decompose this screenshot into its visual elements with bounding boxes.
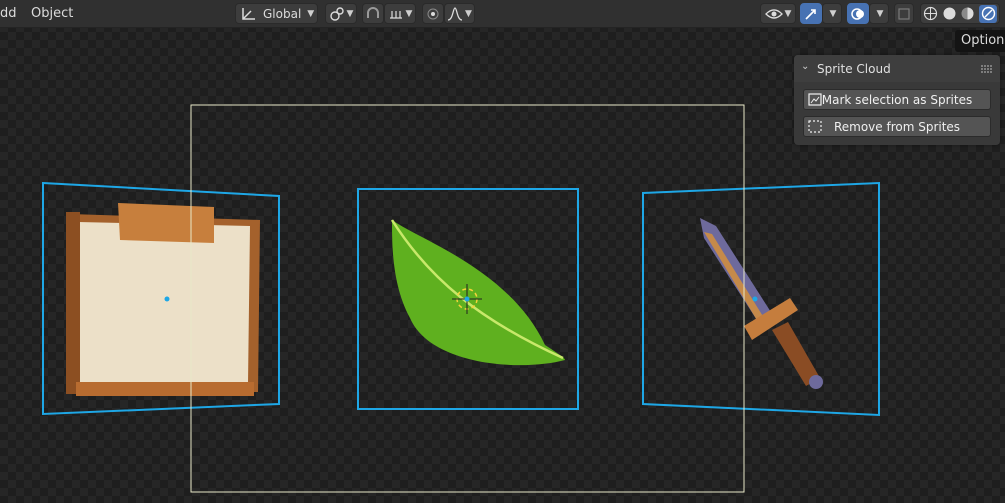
transform-orientation-dropdown[interactable]: Global ▼ — [235, 3, 318, 24]
chevron-down-icon: ▼ — [307, 8, 315, 19]
remove-from-sprites-button[interactable]: Remove from Sprites — [803, 116, 991, 137]
object-visibility-dropdown[interactable]: ▼ — [760, 3, 796, 24]
chevron-down-icon: ▼ — [346, 8, 354, 19]
snap-increment-icon — [389, 10, 402, 19]
gizmo-icon — [805, 8, 816, 20]
chevron-down-icon[interactable]: ⌄ — [801, 61, 809, 72]
leaf-body — [392, 220, 565, 366]
drag-handle-icon[interactable] — [980, 65, 994, 73]
snap-toggle[interactable] — [362, 3, 384, 24]
rendered-shading-icon — [981, 6, 995, 21]
panel-title: Sprite Cloud — [817, 62, 891, 76]
note-board-left-edge — [66, 212, 80, 394]
chevron-down-icon: ▼ — [465, 8, 472, 19]
remove-from-sprites-label: Remove from Sprites — [833, 119, 961, 134]
xray-toggle[interactable] — [894, 3, 914, 24]
note-board-bottom-edge — [76, 382, 254, 396]
proportional-editing-icon — [427, 8, 439, 19]
snap-target-dropdown[interactable]: ▼ — [384, 3, 416, 24]
chevron-down-icon: ▼ — [829, 8, 837, 19]
gizmo-toggle[interactable] — [800, 3, 822, 24]
add-menu[interactable]: dd — [0, 6, 17, 21]
viewport-header: dd Object Global ▼ ▼ ▼ ▼ ▼ ▼ ▼ — [0, 0, 1005, 28]
sword-pommel — [809, 375, 823, 389]
shading-mode-group — [920, 3, 1000, 24]
sword-sprite[interactable] — [700, 218, 823, 389]
mark-as-sprites-button[interactable]: Mark selection as Sprites — [803, 89, 991, 110]
overlays-icon — [851, 7, 864, 20]
eye-icon — [764, 8, 783, 19]
solid-shading-icon[interactable] — [942, 6, 957, 21]
object-menu[interactable]: Object — [31, 6, 73, 21]
wireframe-shading-icon[interactable] — [923, 6, 938, 21]
orientation-axes-icon — [242, 7, 255, 20]
gizmo-dropdown[interactable]: ▼ — [822, 3, 842, 24]
pivot-point-icon — [329, 6, 344, 21]
image-plane-icon — [808, 93, 822, 106]
leaf-sprite[interactable] — [390, 219, 565, 366]
mark-as-sprites-label: Mark selection as Sprites — [821, 92, 973, 107]
transform-orientation-label: Global — [263, 6, 302, 21]
panel-header[interactable]: ⌄ Sprite Cloud — [794, 55, 1000, 82]
chevron-down-icon: ▼ — [784, 8, 792, 19]
rendered-shading-button[interactable] — [979, 4, 998, 23]
note-board-sprite[interactable] — [66, 203, 260, 396]
magnet-icon — [367, 6, 379, 18]
note-board-top-plank — [118, 203, 214, 243]
sword-origin-dot — [752, 296, 758, 302]
chevron-down-icon: ▼ — [876, 8, 884, 19]
material-preview-icon[interactable] — [960, 6, 975, 21]
proportional-editing-toggle[interactable] — [422, 3, 444, 24]
overlays-toggle[interactable] — [847, 3, 869, 24]
proportional-falloff-dropdown[interactable]: ▼ — [444, 3, 475, 24]
note-paper — [74, 222, 250, 386]
note-board-origin-dot — [164, 296, 170, 302]
options-tooltip[interactable]: Options — [955, 30, 1005, 52]
pivot-point-dropdown[interactable]: ▼ — [325, 3, 357, 24]
overlays-dropdown[interactable]: ▼ — [869, 3, 889, 24]
sprite-cloud-panel: ⌄ Sprite Cloud Mark selection as Sprites… — [794, 55, 1000, 145]
falloff-curve-icon — [447, 6, 463, 21]
xray-icon — [898, 7, 910, 20]
chevron-down-icon: ▼ — [405, 8, 413, 19]
image-plane-dashed-icon — [808, 120, 822, 133]
sword-fuller — [704, 232, 764, 322]
